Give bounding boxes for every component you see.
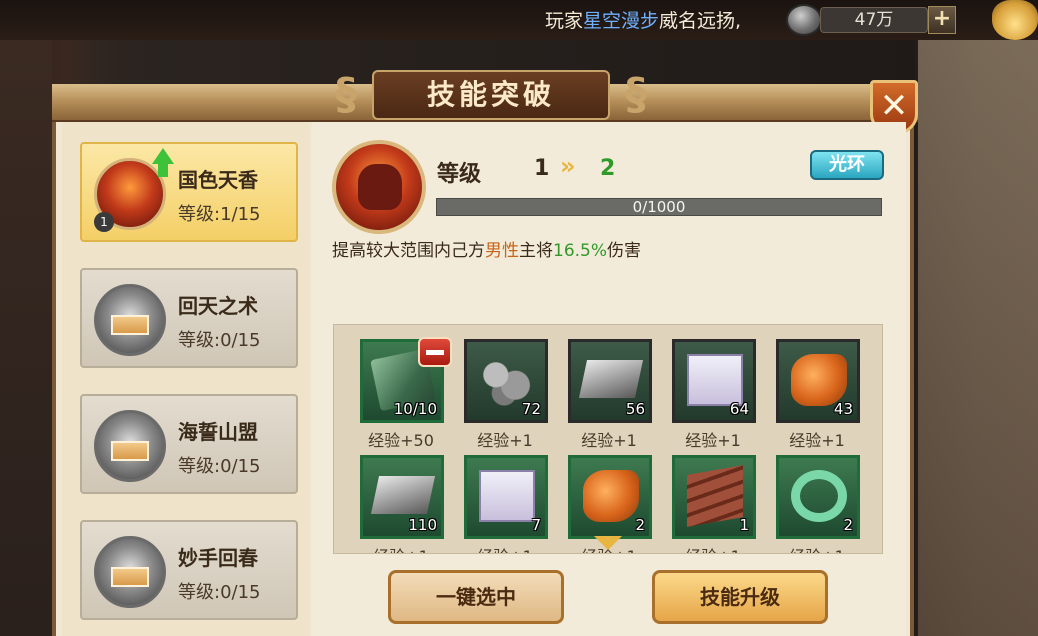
scroll-down-arrow-icon[interactable]: [594, 536, 622, 550]
material-count: 43: [833, 400, 853, 418]
skill-name: 妙手回春: [178, 546, 258, 570]
skill-name: 海誓山盟: [178, 420, 258, 444]
material-exp: 经验+1: [356, 543, 446, 553]
lock-icon: [111, 441, 149, 461]
title-ornament-right-icon: §: [625, 69, 647, 120]
amber-icon: [583, 470, 639, 522]
material-slot[interactable]: 2: [776, 455, 860, 539]
xp-progress-bar: 0/1000: [436, 198, 882, 216]
announce-player-name[interactable]: 星空漫步: [583, 10, 659, 32]
background-right: [918, 40, 1038, 636]
material-exp: 经验+1: [772, 543, 862, 553]
material-count: 64: [729, 400, 749, 418]
material-exp: 经验+1: [581, 431, 637, 450]
iron-ingot-icon: [578, 360, 644, 398]
material-grid[interactable]: 10/10 经验+50 72 经验+1 56 经验+1 64 经验+1 43 经…: [333, 324, 883, 554]
title-ornament-left-icon: §: [335, 69, 357, 120]
material-exp: 经验+1: [460, 543, 550, 553]
skill-badge: 1: [94, 212, 114, 232]
skill-item-miaoshou-huichun[interactable]: 妙手回春 等级:0/15: [80, 520, 298, 620]
material-slot[interactable]: 1: [672, 455, 756, 539]
add-coins-button[interactable]: +: [928, 6, 956, 34]
skill-level: 等级:1/15: [178, 204, 261, 225]
desc-part: 主将: [519, 241, 553, 261]
dialog-title: 技能突破: [372, 70, 610, 120]
material-slot[interactable]: 110: [360, 455, 444, 539]
jade-ring-icon: [791, 470, 847, 522]
level-from: 1: [534, 156, 550, 181]
material-count: 7: [531, 516, 541, 534]
material-exp: 经验+50: [368, 431, 434, 450]
top-bar: 玩家星空漫步威名远扬, 47万 +: [0, 0, 1038, 40]
material-exp: 经验+1: [789, 431, 845, 450]
upgrade-arrow-icon: [152, 148, 174, 164]
skill-name: 回天之术: [178, 294, 258, 318]
lock-icon: [111, 567, 149, 587]
iron-ingot-icon: [370, 476, 436, 514]
skill-name: 国色天香: [178, 168, 258, 192]
silver-coin-icon: [786, 4, 822, 36]
amber-icon: [791, 354, 847, 406]
material-slot[interactable]: 2: [568, 455, 652, 539]
material-slot[interactable]: 56: [568, 339, 652, 423]
selected-skill-portrait-icon: [332, 140, 426, 234]
coin-amount: 47万: [820, 7, 928, 33]
skill-item-guose-tianxiang[interactable]: 1 国色天香 等级:1/15: [80, 142, 298, 242]
iron-ore-icon: [479, 354, 535, 406]
lock-icon: [111, 315, 149, 335]
announcement-text: 玩家星空漫步威名远扬,: [545, 6, 741, 33]
material-slot[interactable]: 43: [776, 339, 860, 423]
material-exp: 经验+1: [477, 431, 533, 450]
material-count: 10/10: [393, 400, 437, 418]
announce-prefix: 玩家: [545, 10, 584, 32]
level-to: 2: [600, 156, 616, 181]
material-exp: 经验+1: [685, 431, 741, 450]
background-left: [0, 40, 52, 636]
material-slot[interactable]: 7: [464, 455, 548, 539]
material-exp: 经验+1: [668, 543, 758, 553]
level-label: 等级: [437, 162, 482, 187]
skill-locked-icon: [94, 536, 166, 608]
skill-locked-icon: [94, 410, 166, 482]
skill-item-haishi-shanmeng[interactable]: 海誓山盟 等级:0/15: [80, 394, 298, 494]
skill-level: 等级:0/15: [178, 330, 261, 351]
stone-blocks-icon: [479, 470, 535, 522]
level-arrow-icon: »: [560, 152, 575, 180]
remove-material-button[interactable]: [418, 337, 452, 367]
xp-progress-text: 0/1000: [632, 198, 686, 216]
stone-blocks-icon: [687, 354, 743, 406]
aura-badge: 光环: [810, 150, 884, 180]
skill-locked-icon: [94, 284, 166, 356]
wood-planks-icon: [687, 465, 743, 527]
skill-level: 等级:0/15: [178, 456, 261, 477]
skill-item-huitian-zhishu[interactable]: 回天之术 等级:0/15: [80, 268, 298, 368]
skill-level: 等级:0/15: [178, 582, 261, 603]
select-all-button[interactable]: 一键选中: [388, 570, 564, 624]
material-count: 2: [635, 516, 645, 534]
announce-suffix: 威名远扬,: [659, 10, 742, 32]
desc-highlight-gender: 男性: [485, 241, 519, 261]
material-slot[interactable]: 64: [672, 339, 756, 423]
desc-part: 伤害: [607, 241, 642, 261]
portrait-figure: [358, 164, 402, 210]
material-slot[interactable]: 72: [464, 339, 548, 423]
skill-description: 提高较大范围内己方男性主将16.5%伤害: [332, 236, 641, 261]
upgrade-arrow-stem: [158, 163, 168, 177]
material-count: 56: [625, 400, 645, 418]
upgrade-skill-button[interactable]: 技能升级: [652, 570, 828, 624]
material-count: 2: [843, 516, 853, 534]
material-count: 1: [739, 516, 749, 534]
desc-part: 提高较大范围内己方: [332, 241, 485, 261]
material-count: 110: [408, 516, 437, 534]
material-count: 72: [521, 400, 541, 418]
gold-ingot-icon[interactable]: [992, 0, 1038, 40]
desc-highlight-percent: 16.5%: [553, 241, 608, 261]
